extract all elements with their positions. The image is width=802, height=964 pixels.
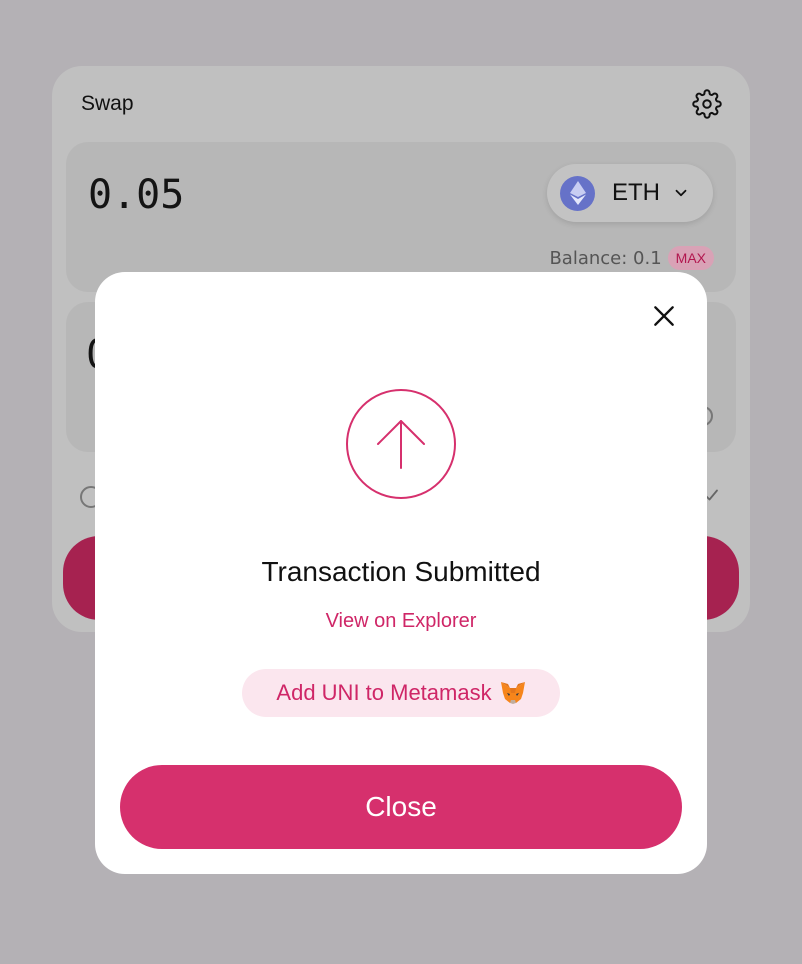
- add-token-label: Add UNI to Metamask: [276, 680, 492, 705]
- metamask-fox-icon: [500, 681, 526, 705]
- max-button[interactable]: MAX: [667, 246, 714, 270]
- balance-row: Balance: 0.1 MAX: [549, 246, 714, 270]
- input-panel: 0.05 ETH Balance: 0.1 MAX: [66, 142, 736, 292]
- input-amount[interactable]: 0.05: [88, 172, 184, 218]
- close-button[interactable]: Close: [120, 765, 682, 849]
- token-symbol: ETH: [612, 179, 660, 206]
- close-icon[interactable]: [649, 301, 679, 331]
- ethereum-icon: [560, 175, 595, 211]
- add-token-to-metamask-button[interactable]: Add UNI to Metamask: [242, 669, 560, 717]
- transaction-submitted-modal: Transaction Submitted View on Explorer A…: [95, 272, 707, 874]
- settings-button[interactable]: [691, 88, 723, 120]
- modal-title: Transaction Submitted: [261, 556, 541, 587]
- view-on-explorer-link[interactable]: View on Explorer: [95, 610, 707, 633]
- gear-icon: [692, 89, 722, 119]
- chevron-down-icon: [672, 184, 690, 202]
- swap-title: Swap: [81, 92, 134, 115]
- arrow-up-circle-icon: [346, 389, 456, 499]
- token-selector[interactable]: ETH: [547, 164, 713, 222]
- balance-label: Balance: 0.1: [549, 247, 662, 269]
